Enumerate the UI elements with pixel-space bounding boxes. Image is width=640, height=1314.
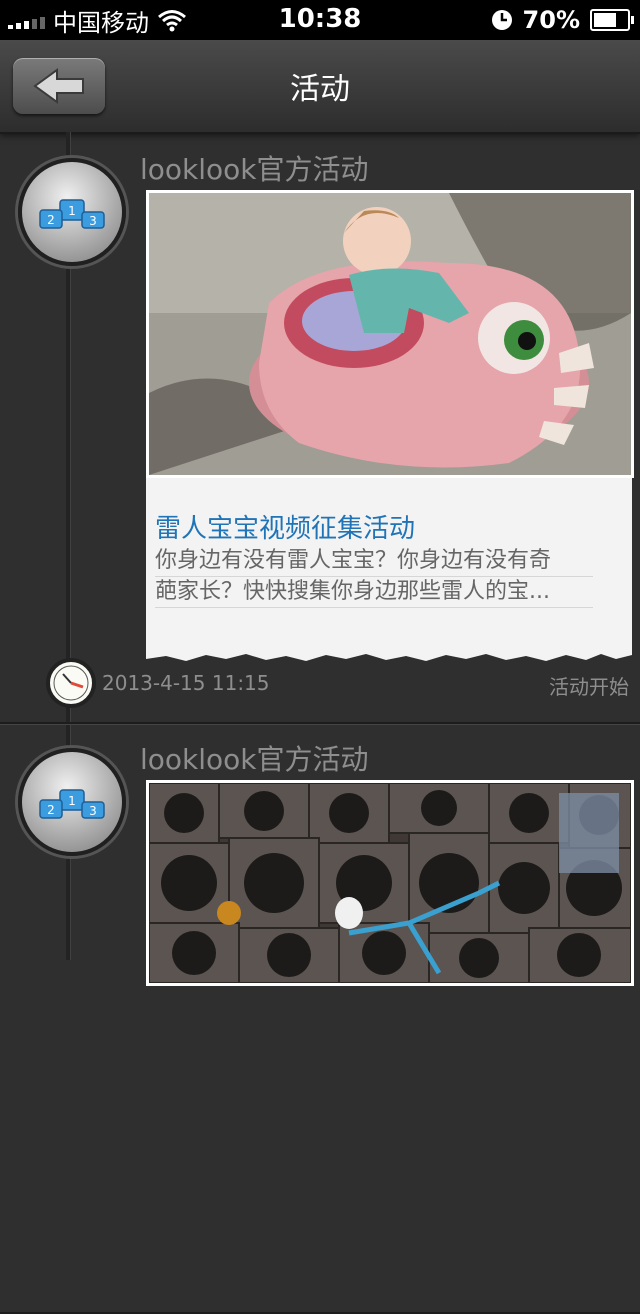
activity-card[interactable]: 雷人宝宝视频征集活动 你身边有没有雷人宝宝？你身边有没有奇 葩家长？快快搜集你身… [146,478,632,661]
activity-title[interactable]: 雷人宝宝视频征集活动 [155,508,415,545]
svg-text:3: 3 [89,214,97,228]
status-bar: 中国移动 10:38 70% [0,0,640,40]
activity-item[interactable]: 1 2 3 looklook官方活动 [0,724,640,1314]
svg-text:2: 2 [47,213,55,227]
activity-description: 你身边有没有雷人宝宝？你身边有没有奇 葩家长？快快搜集你身边那些雷人的宝... [155,546,593,608]
activity-feed[interactable]: 1 2 3 looklook官方活动 雷人宝宝视频征集活动 你身边有没有雷人宝宝… [0,134,640,1314]
svg-text:1: 1 [68,204,76,218]
activity-image[interactable] [146,780,634,986]
torn-edge [146,649,632,661]
battery-area: 70% [491,6,634,34]
activity-status: 活动开始 [549,675,629,699]
activity-date: 2013-4-15 11:15 [102,671,270,695]
navigation-bar: 活动 [0,40,640,134]
description-line: 你身边有没有雷人宝宝？你身边有没有奇 [155,546,593,577]
page-title: 活动 [290,72,350,107]
author-name: looklook官方活动 [140,153,369,186]
activity-item[interactable]: 1 2 3 looklook官方活动 [0,134,640,724]
battery-percent: 70% [522,6,580,34]
clock-icon [46,658,96,708]
author-name: looklook官方活动 [140,743,369,776]
clock-lock-icon [491,10,512,30]
battery-icon [590,9,634,31]
svg-text:2: 2 [47,803,55,817]
svg-text:3: 3 [89,804,97,818]
podium-icon: 1 2 3 [18,748,126,856]
description-line: 葩家长？快快搜集你身边那些雷人的宝... [155,577,593,608]
activity-image[interactable] [146,190,634,478]
svg-text:1: 1 [68,794,76,808]
podium-icon: 1 2 3 [18,158,126,266]
